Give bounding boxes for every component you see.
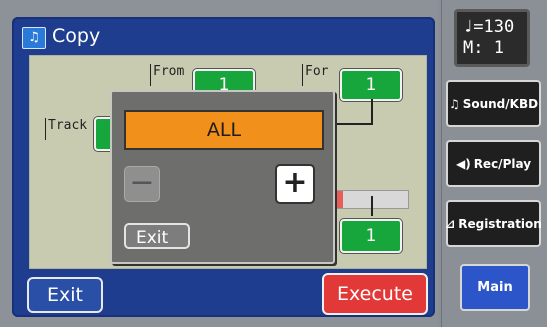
track-label: Track <box>44 118 88 140</box>
music-note-icon: ♫ <box>448 96 460 111</box>
connector-line <box>371 196 373 216</box>
value-display: ALL <box>124 110 324 150</box>
dialog-exit-button[interactable]: Exit <box>124 223 190 249</box>
connector-line <box>331 123 373 125</box>
for-label: For <box>301 64 329 86</box>
tempo-value: =130 <box>473 17 515 37</box>
execute-button[interactable]: Execute <box>322 273 428 315</box>
main-screen: ♫ Copy From 1 For 1 Track s 1 ALL − + Ex… <box>0 0 438 327</box>
connector-line <box>371 99 373 125</box>
main-button[interactable]: Main <box>460 264 530 311</box>
speaker-icon: ◀) <box>455 156 471 171</box>
plus-button[interactable]: + <box>275 164 315 204</box>
sound-kbd-label: Sound/KBD <box>462 96 539 111</box>
to-value-button[interactable]: 1 <box>340 219 402 253</box>
rec-play-label: Rec/Play <box>473 156 532 171</box>
minus-button[interactable]: − <box>124 166 160 202</box>
track-select-dialog: ALL − + Exit <box>110 90 335 264</box>
for-value-button[interactable]: 1 <box>340 69 402 101</box>
registration-icon: ⊿ <box>445 216 456 231</box>
sound-kbd-button[interactable]: ♫ Sound/KBD <box>446 80 541 127</box>
registration-button[interactable]: ⊿ Registration <box>445 200 542 247</box>
note-icon: ♩ <box>463 17 474 37</box>
page-title: Copy <box>52 25 101 47</box>
tempo-display: ♩=130 M: 1 <box>454 9 530 67</box>
rec-play-button[interactable]: ◀) Rec/Play <box>446 140 541 187</box>
from-label: From <box>149 64 185 86</box>
exit-button[interactable]: Exit <box>27 277 103 313</box>
progress-bar <box>331 190 409 209</box>
measure-value: M: 1 <box>463 38 504 58</box>
copy-icon: ♫ <box>22 27 46 49</box>
registration-label: Registration <box>458 216 542 231</box>
